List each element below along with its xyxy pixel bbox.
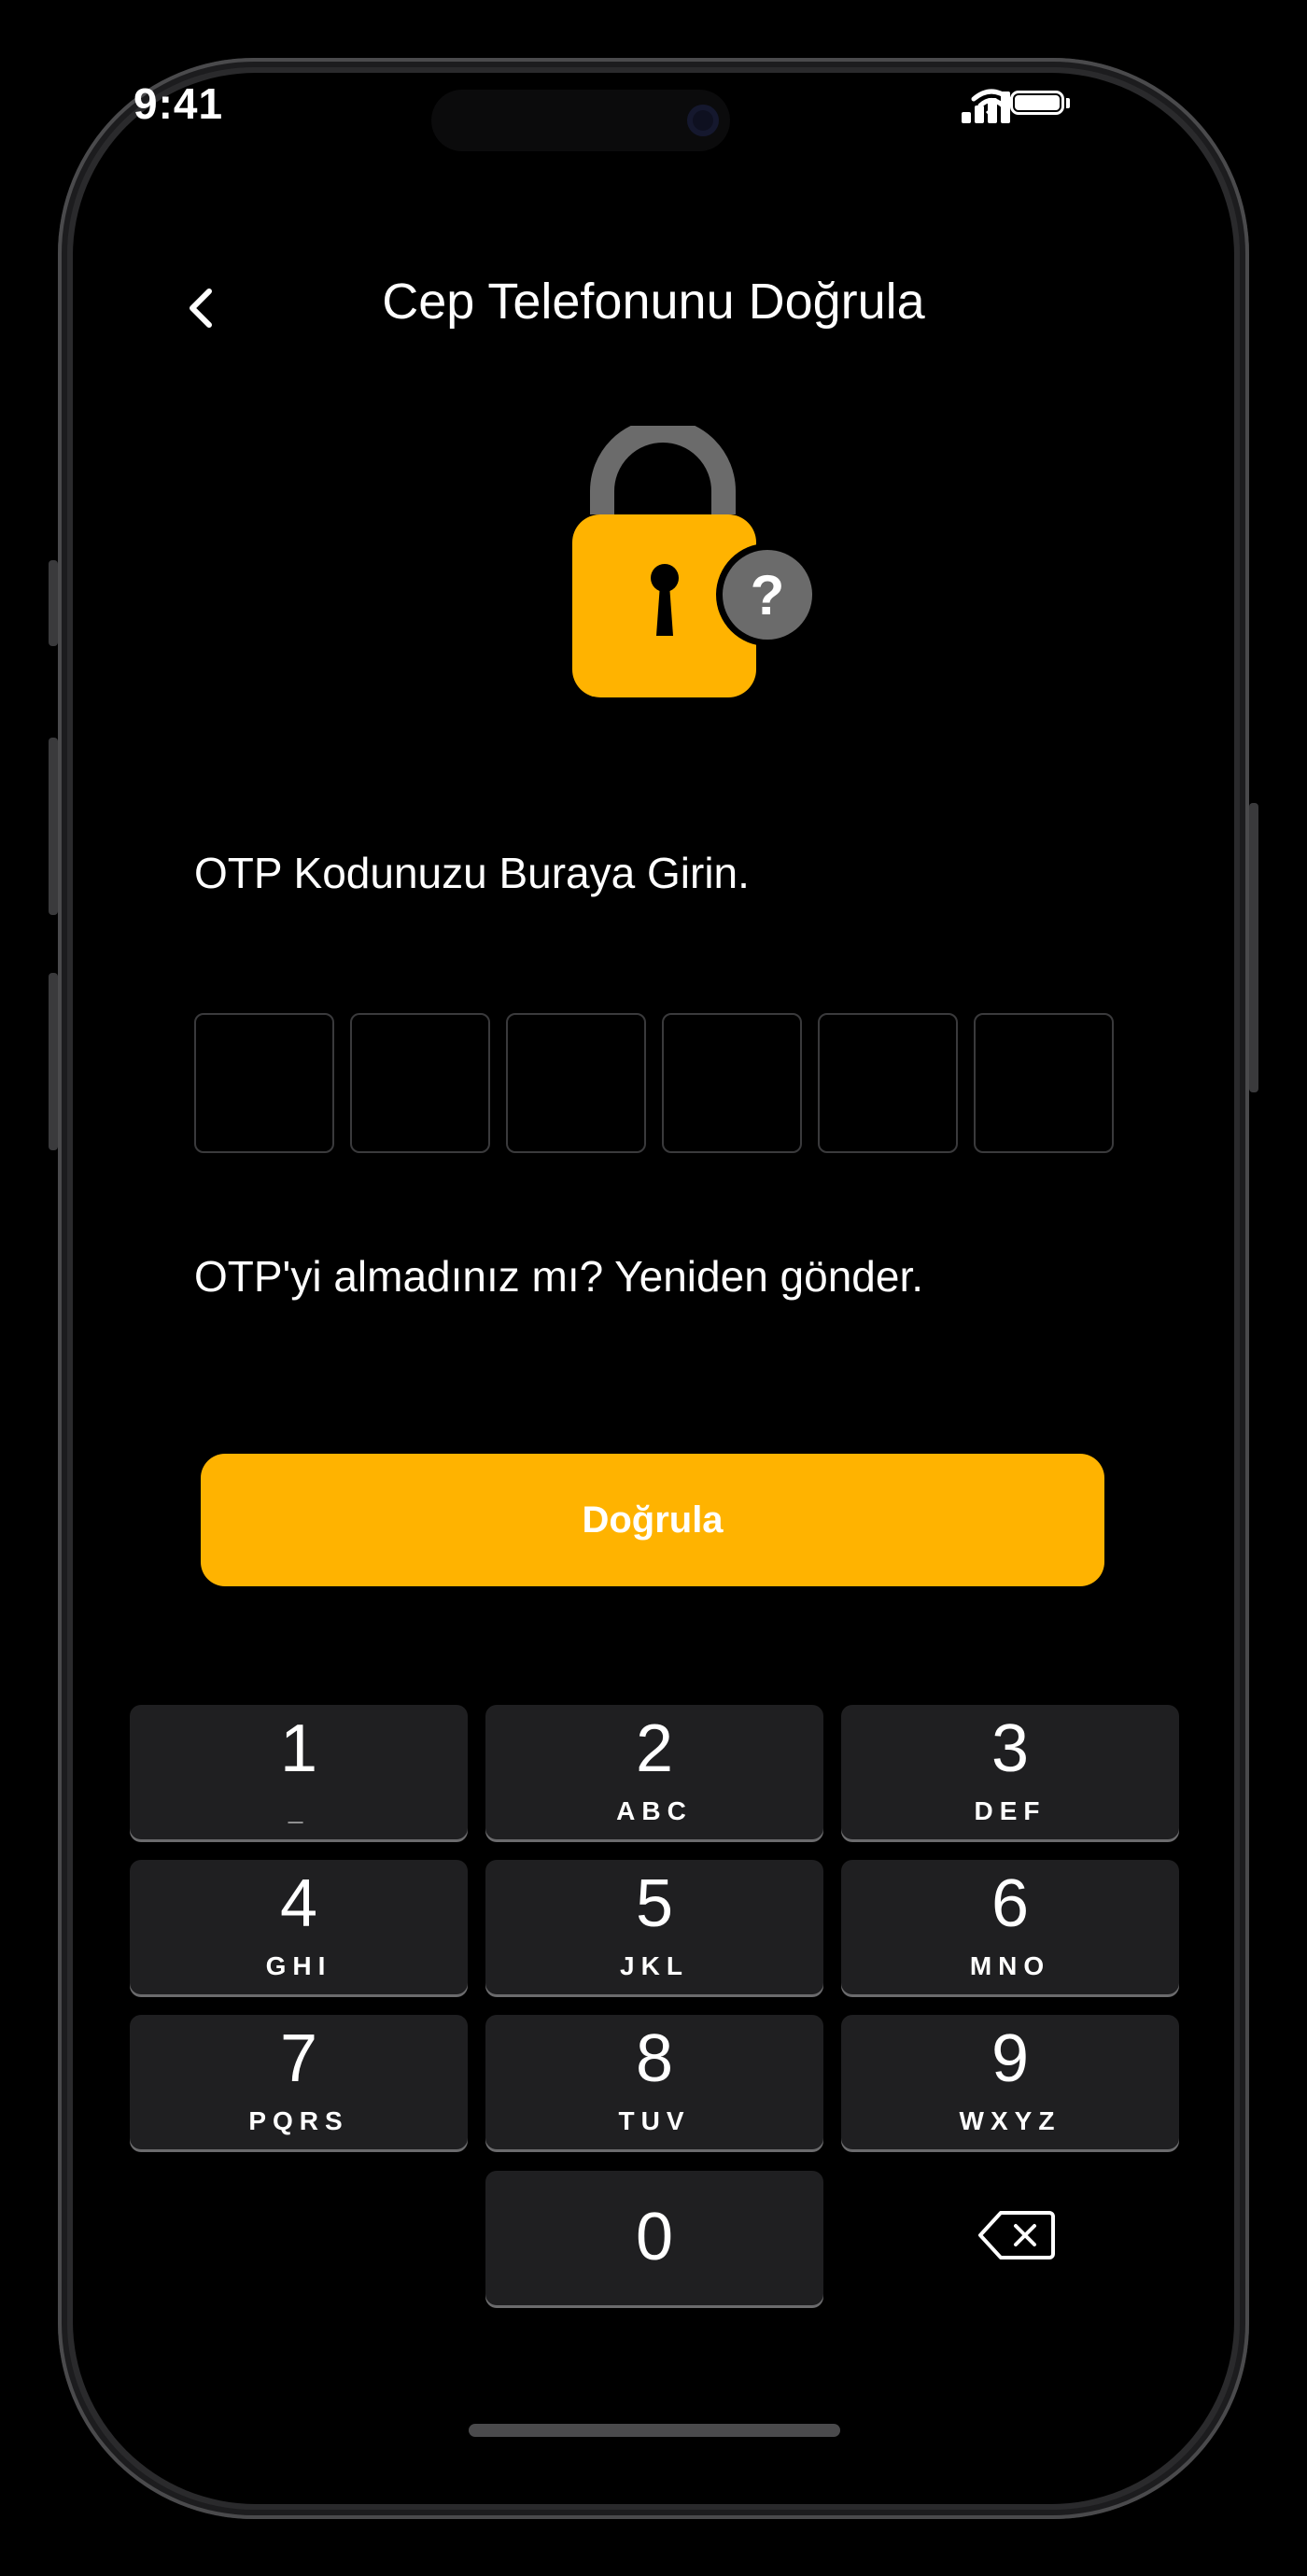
chevron-left-icon[interactable] bbox=[176, 280, 232, 336]
otp-digit-1[interactable] bbox=[194, 1013, 334, 1153]
home-indicator[interactable] bbox=[469, 2424, 840, 2437]
padlock-question-icon: ? bbox=[572, 426, 819, 697]
verify-button[interactable]: Doğrula bbox=[201, 1454, 1104, 1586]
key-digit: 8 bbox=[635, 2021, 674, 2096]
otp-digit-5[interactable] bbox=[818, 1013, 958, 1153]
keypad-key-5[interactable]: 5 JKL bbox=[485, 1860, 823, 1994]
key-digit: 6 bbox=[991, 1866, 1030, 1941]
resend-otp-link[interactable]: OTP'yi almadınız mı? Yeniden gönder. bbox=[194, 1251, 923, 1302]
key-digit: 0 bbox=[635, 2200, 674, 2274]
key-letters: PQRS bbox=[248, 2106, 349, 2135]
key-digit: 4 bbox=[279, 1866, 318, 1941]
key-letters: JKL bbox=[620, 1951, 689, 1980]
key-letters: _ bbox=[288, 1796, 310, 1825]
key-digit: 7 bbox=[279, 2021, 318, 2096]
front-camera bbox=[687, 105, 719, 136]
otp-instruction: OTP Kodunuzu Buraya Girin. bbox=[194, 849, 750, 897]
dynamic-island bbox=[431, 90, 730, 151]
keypad-key-7[interactable]: 7 PQRS bbox=[130, 2015, 468, 2149]
keypad-key-9[interactable]: 9 WXYZ bbox=[841, 2015, 1179, 2149]
keypad-key-8[interactable]: 8 TUV bbox=[485, 2015, 823, 2149]
page-title: Cep Telefonunu Doğrula bbox=[382, 274, 925, 330]
otp-digit-4[interactable] bbox=[662, 1013, 802, 1153]
badge-question-mark: ? bbox=[751, 564, 785, 626]
otp-digit-6[interactable] bbox=[974, 1013, 1114, 1153]
keypad-key-6[interactable]: 6 MNO bbox=[841, 1860, 1179, 1994]
keypad-key-4[interactable]: 4 GHI bbox=[130, 1860, 468, 1994]
keypad-key-2[interactable]: 2 ABC bbox=[485, 1705, 823, 1839]
key-digit: 1 bbox=[279, 1711, 318, 1786]
key-digit: 5 bbox=[635, 1866, 674, 1941]
status-time: 9:41 bbox=[134, 79, 224, 128]
key-letters: TUV bbox=[618, 2106, 691, 2135]
key-letters: GHI bbox=[265, 1951, 332, 1980]
status-icons bbox=[889, 86, 1075, 123]
battery-full-icon bbox=[1010, 91, 1064, 115]
otp-digit-3[interactable] bbox=[506, 1013, 646, 1153]
key-digit: 2 bbox=[635, 1711, 674, 1786]
key-digit: 3 bbox=[991, 1711, 1030, 1786]
key-letters: MNO bbox=[969, 1951, 1051, 1980]
keypad-key-3[interactable]: 3 DEF bbox=[841, 1705, 1179, 1839]
volume-down-button bbox=[49, 973, 58, 1150]
otp-input-row bbox=[194, 1013, 1118, 1153]
key-letters: ABC bbox=[616, 1796, 693, 1825]
keypad-key-1[interactable]: 1 _ bbox=[130, 1705, 468, 1839]
otp-digit-2[interactable] bbox=[350, 1013, 490, 1153]
key-letters: WXYZ bbox=[959, 2106, 1061, 2135]
action-button bbox=[49, 560, 58, 646]
key-letters: DEF bbox=[974, 1796, 1047, 1825]
backspace-icon[interactable] bbox=[977, 2209, 1057, 2261]
keypad-key-0[interactable]: 0 bbox=[485, 2171, 823, 2305]
key-digit: 9 bbox=[991, 2021, 1030, 2096]
wifi-icon bbox=[971, 89, 1012, 119]
volume-up-button bbox=[49, 738, 58, 915]
power-button bbox=[1249, 803, 1258, 1092]
